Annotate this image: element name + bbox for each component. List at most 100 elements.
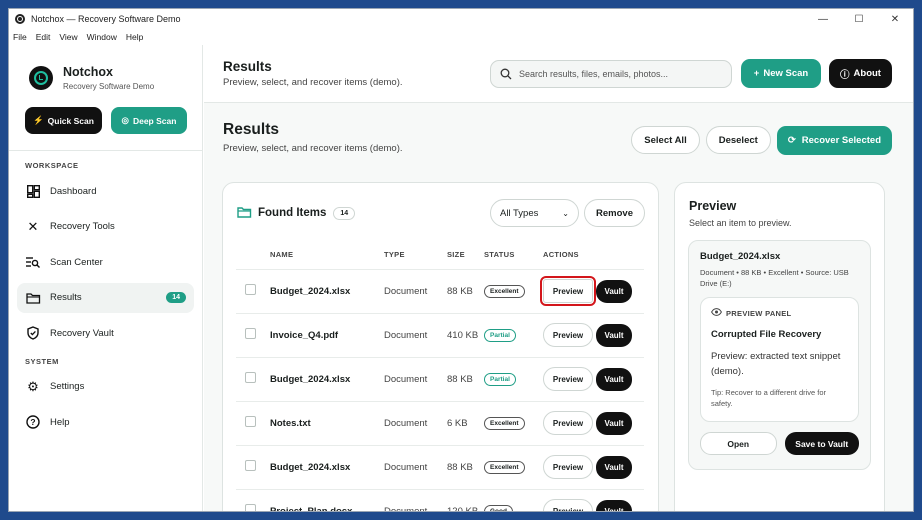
scan-center-icon xyxy=(25,254,41,270)
save-to-vault-button[interactable]: Save to Vault xyxy=(784,432,859,455)
file-type: Document xyxy=(384,401,447,446)
chevron-down-icon: ⌄ xyxy=(562,208,569,218)
svg-text:?: ? xyxy=(30,417,35,427)
menu-edit[interactable]: Edit xyxy=(36,32,51,42)
sidebar-item-recovery-vault[interactable]: Recovery Vault xyxy=(17,318,194,348)
preview-button[interactable]: Preview xyxy=(543,367,593,391)
logo-icon xyxy=(29,66,53,90)
table-row[interactable]: Project_Plan.docx Document 120 KB Good Previ… xyxy=(236,489,644,511)
bolt-icon: ⚡ xyxy=(33,115,44,125)
table-row[interactable]: Invoice_Q4.pdf Document 410 KB Partial Previ… xyxy=(236,313,644,358)
workspace-nav: Dashboard ✕ Recovery Tools Scan Center R… xyxy=(9,170,202,348)
sidebar-item-help[interactable]: ? Help xyxy=(17,407,194,437)
row-checkbox[interactable] xyxy=(245,504,256,511)
search-placeholder: Search results, files, emails, photos... xyxy=(519,68,669,79)
vault-button[interactable]: Vault xyxy=(596,499,632,511)
quick-scan-button[interactable]: ⚡ Quick Scan xyxy=(25,107,102,134)
actions-cell: Preview Vault xyxy=(543,401,644,446)
recover-icon: ⟳ xyxy=(787,135,796,146)
file-type: Document xyxy=(384,313,447,358)
deep-scan-label: Deep Scan xyxy=(132,115,177,126)
row-checkbox[interactable] xyxy=(245,460,256,471)
preview-title: Preview xyxy=(689,199,737,213)
preview-panel: Preview Select an item to preview. Budge… xyxy=(674,182,885,511)
preview-panel-label: PREVIEW PANEL xyxy=(726,308,792,318)
file-name: Invoice_Q4.pdf xyxy=(270,313,384,358)
new-scan-label: New Scan xyxy=(763,68,809,79)
vault-button[interactable]: Vault xyxy=(596,411,632,435)
vault-button[interactable]: Vault xyxy=(596,323,632,347)
plus-icon: + xyxy=(753,68,760,79)
row-checkbox[interactable] xyxy=(245,284,256,295)
table-row[interactable]: Budget_2024.xlsx Document 88 KB Excellent Pr… xyxy=(236,269,644,314)
sidebar-item-label: Results xyxy=(50,292,82,303)
results-table: NAME TYPE SIZE STATUS ACTIONS Budget_202… xyxy=(236,241,644,511)
preview-button[interactable]: Preview xyxy=(543,411,593,435)
deselect-button[interactable]: Deselect xyxy=(705,126,771,154)
sidebar-item-recovery-tools[interactable]: ✕ Recovery Tools xyxy=(17,212,194,242)
type-filter-select[interactable]: All Types ⌄ xyxy=(490,199,579,227)
folder-icon xyxy=(237,206,252,221)
tools-icon: ✕ xyxy=(27,218,39,234)
vault-button[interactable]: Vault xyxy=(596,455,632,479)
row-checkbox-cell xyxy=(236,445,270,490)
status-cell: Excellent xyxy=(484,269,543,314)
menu-file[interactable]: File xyxy=(13,32,27,42)
about-label: About xyxy=(853,68,881,79)
row-checkbox[interactable] xyxy=(245,328,256,339)
eye-icon xyxy=(711,308,722,318)
close-button[interactable]: ✕ xyxy=(877,9,913,29)
menu-window[interactable]: Window xyxy=(87,32,117,42)
about-button[interactable]: ⓘ About xyxy=(829,59,892,88)
minimize-button[interactable]: — xyxy=(805,9,841,29)
main-area: Results Preview, select, and recover ite… xyxy=(204,45,913,511)
status-cell: Good xyxy=(484,489,543,511)
recover-selected-button[interactable]: ⟳ Recover Selected xyxy=(776,126,892,155)
preview-button[interactable]: Preview xyxy=(543,455,593,479)
menu-view[interactable]: View xyxy=(59,32,77,42)
row-checkbox[interactable] xyxy=(245,416,256,427)
maximize-button[interactable]: ☐ xyxy=(841,9,877,29)
system-label: SYSTEM xyxy=(25,356,59,366)
actions-cell: Preview Vault xyxy=(543,489,644,511)
status-badge: Excellent xyxy=(484,416,525,430)
preview-panel-text: Preview: extracted text snippet (demo). xyxy=(711,351,841,377)
vault-button[interactable]: Vault xyxy=(596,279,632,303)
col-status: STATUS xyxy=(484,241,543,270)
preview-button[interactable]: Preview xyxy=(543,323,593,347)
table-row[interactable]: Budget_2024.xlsx Document 88 KB Partial Prev… xyxy=(236,357,644,402)
found-count-badge: 14 xyxy=(333,206,356,220)
row-checkbox-cell xyxy=(236,269,270,314)
table-row[interactable]: Budget_2024.xlsx Document 88 KB Excellent Pr… xyxy=(236,445,644,490)
search-icon xyxy=(500,68,512,79)
file-size: 120 KB xyxy=(447,489,484,511)
dashboard-icon xyxy=(25,183,41,199)
search-input[interactable]: Search results, files, emails, photos... xyxy=(490,59,732,88)
sidebar-item-results[interactable]: Results 14 xyxy=(17,282,194,313)
menu-help[interactable]: Help xyxy=(126,32,143,42)
table-header-row: NAME TYPE SIZE STATUS ACTIONS xyxy=(236,241,644,270)
sidebar: Notchox Recovery Software Demo ⚡ Quick S… xyxy=(9,45,203,511)
status-badge: Excellent xyxy=(484,284,525,298)
select-all-button[interactable]: Select All xyxy=(631,126,700,154)
col-checkbox xyxy=(236,241,270,270)
open-button[interactable]: Open xyxy=(700,432,777,455)
col-name: NAME xyxy=(270,241,384,270)
sidebar-item-scan-center[interactable]: Scan Center xyxy=(17,247,194,277)
vault-button[interactable]: Vault xyxy=(596,367,632,391)
row-checkbox[interactable] xyxy=(245,372,256,383)
deep-scan-button[interactable]: ◎ Deep Scan xyxy=(111,107,187,134)
preview-panel-title: Corrupted File Recovery xyxy=(711,329,822,340)
file-type: Document xyxy=(384,269,447,314)
preview-button[interactable]: Preview xyxy=(540,276,596,306)
preview-button[interactable]: Preview xyxy=(543,499,593,511)
quick-scan-label: Quick Scan xyxy=(47,115,94,126)
sidebar-item-settings[interactable]: ⚙ Settings xyxy=(17,372,194,402)
remove-button[interactable]: Remove xyxy=(584,199,645,227)
brand: Notchox Recovery Software Demo xyxy=(9,45,202,91)
new-scan-button[interactable]: + New Scan xyxy=(741,59,821,88)
preview-card: Budget_2024.xlsx Document • 88 KB • Exce… xyxy=(688,240,871,470)
sidebar-item-dashboard[interactable]: Dashboard xyxy=(17,176,194,206)
file-size: 88 KB xyxy=(447,357,484,402)
table-row[interactable]: Notes.txt Document 6 KB Excellent Preview Vau… xyxy=(236,401,644,446)
